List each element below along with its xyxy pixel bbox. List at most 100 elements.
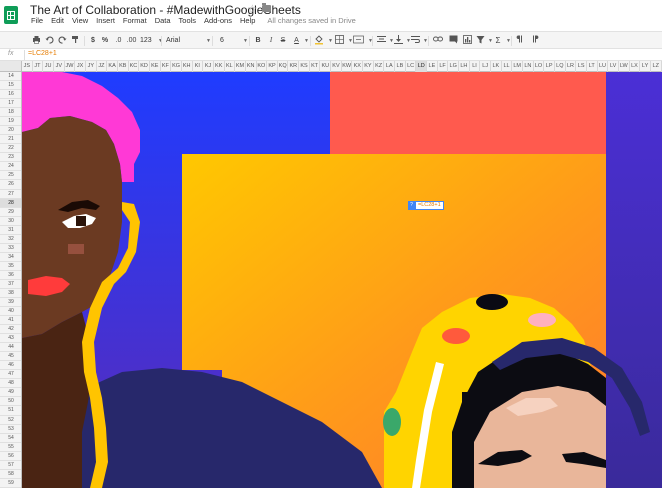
insert-chart-icon[interactable] — [462, 35, 472, 46]
row-header-39[interactable]: 39 — [0, 298, 21, 308]
column-header-kq[interactable]: KQ — [278, 61, 289, 72]
vertical-align-icon[interactable] — [393, 35, 403, 46]
column-header-kb[interactable]: KB — [118, 61, 129, 72]
insert-link-icon[interactable] — [433, 35, 443, 46]
text-color-button[interactable]: A — [292, 35, 301, 46]
column-header-lh[interactable]: LH — [459, 61, 470, 72]
column-header-lu[interactable]: LU — [598, 61, 609, 72]
column-header-lv[interactable]: LV — [608, 61, 619, 72]
column-header-kj[interactable]: KJ — [203, 61, 214, 72]
menu-format[interactable]: Format — [123, 16, 147, 28]
menu-view[interactable]: View — [72, 16, 88, 28]
font-size-dropdown[interactable]: 6 — [220, 35, 236, 46]
row-header-15[interactable]: 15 — [0, 81, 21, 91]
text-direction-rtl-icon[interactable] — [530, 35, 539, 46]
row-header-55[interactable]: 55 — [0, 443, 21, 452]
column-header-ju[interactable]: JU — [43, 61, 54, 72]
row-header-38[interactable]: 38 — [0, 289, 21, 298]
column-header-kd[interactable]: KD — [139, 61, 150, 72]
column-header-kz[interactable]: KZ — [374, 61, 385, 72]
column-header-li[interactable]: LI — [470, 61, 481, 72]
column-header-ki[interactable]: KI — [193, 61, 204, 72]
number-format-dropdown[interactable]: 123 — [140, 35, 156, 46]
row-header-22[interactable]: 22 — [0, 144, 21, 154]
menu-edit[interactable]: Edit — [51, 16, 64, 28]
row-header-19[interactable]: 19 — [0, 117, 21, 127]
column-header-kk[interactable]: KK — [214, 61, 225, 72]
decrease-decimal-button[interactable]: .0 — [113, 35, 124, 46]
cell-editor[interactable]: ? =LC28+1 — [408, 200, 444, 210]
column-header-kx[interactable]: KX — [352, 61, 364, 72]
column-header-kg[interactable]: KG — [171, 61, 182, 72]
folder-icon[interactable] — [262, 3, 271, 12]
column-header-lb[interactable]: LB — [395, 61, 406, 72]
column-header-kn[interactable]: KN — [246, 61, 257, 72]
fill-color-icon[interactable] — [314, 35, 324, 46]
document-title[interactable]: The Art of Collaboration - #MadewithGoog… — [30, 3, 301, 17]
column-header-km[interactable]: KM — [235, 61, 246, 72]
column-header-lj[interactable]: LJ — [480, 61, 492, 72]
row-header-42[interactable]: 42 — [0, 325, 21, 335]
row-header-52[interactable]: 52 — [0, 416, 21, 425]
column-header-lg[interactable]: LG — [448, 61, 460, 72]
column-header-lk[interactable]: LK — [491, 61, 502, 72]
row-header-40[interactable]: 40 — [0, 307, 21, 317]
row-header-44[interactable]: 44 — [0, 343, 21, 353]
column-header-le[interactable]: LE — [427, 61, 438, 72]
row-header-37[interactable]: 37 — [0, 280, 21, 289]
column-header-kc[interactable]: KC — [129, 61, 140, 72]
percent-format-button[interactable]: % — [100, 35, 110, 46]
bold-button[interactable]: B — [254, 35, 262, 46]
column-header-kv[interactable]: KV — [331, 61, 342, 72]
horizontal-align-icon[interactable] — [376, 35, 386, 46]
row-header-59[interactable]: 59 — [0, 479, 21, 488]
print-icon[interactable] — [32, 35, 41, 46]
column-header-ko[interactable]: KO — [257, 61, 268, 72]
row-header-41[interactable]: 41 — [0, 316, 21, 326]
column-header-jw[interactable]: JW — [65, 61, 76, 72]
row-header-16[interactable]: 16 — [0, 90, 21, 100]
column-header-js[interactable]: JS — [22, 61, 33, 72]
menu-help[interactable]: Help — [240, 16, 255, 28]
column-header-kw[interactable]: KW — [342, 61, 353, 72]
insert-comment-icon[interactable] — [448, 35, 458, 46]
column-header-kf[interactable]: KF — [161, 61, 172, 72]
redo-icon[interactable] — [58, 35, 67, 46]
column-header-ke[interactable]: KE — [150, 61, 161, 72]
row-header-49[interactable]: 49 — [0, 388, 21, 398]
column-header-lm[interactable]: LM — [512, 61, 524, 72]
column-header-ld[interactable]: LD — [416, 61, 428, 72]
row-header-53[interactable]: 53 — [0, 425, 21, 434]
row-header-50[interactable]: 50 — [0, 397, 21, 407]
text-direction-ltr-icon[interactable] — [516, 35, 525, 46]
text-wrap-icon[interactable] — [410, 35, 420, 46]
filter-icon[interactable] — [475, 35, 485, 46]
column-header-ly[interactable]: LY — [640, 61, 651, 72]
column-header-ka[interactable]: KA — [107, 61, 118, 72]
paint-format-icon[interactable] — [71, 35, 80, 46]
column-header-jv[interactable]: JV — [54, 61, 65, 72]
menu-file[interactable]: File — [31, 16, 43, 28]
row-header-32[interactable]: 32 — [0, 235, 21, 244]
column-header-lw[interactable]: LW — [619, 61, 630, 72]
row-header-18[interactable]: 18 — [0, 108, 21, 118]
undo-icon[interactable] — [45, 35, 54, 46]
strikethrough-button[interactable]: S — [279, 35, 287, 46]
column-header-kr[interactable]: KR — [289, 61, 300, 72]
row-header-51[interactable]: 51 — [0, 406, 21, 416]
column-header-la[interactable]: LA — [384, 61, 396, 72]
menu-addons[interactable]: Add-ons — [204, 16, 232, 28]
row-header-24[interactable]: 24 — [0, 162, 21, 172]
row-header-27[interactable]: 27 — [0, 190, 21, 199]
column-header-kp[interactable]: KP — [267, 61, 278, 72]
row-header-35[interactable]: 35 — [0, 262, 21, 271]
column-header-ku[interactable]: KU — [320, 61, 332, 72]
column-header-lt[interactable]: LT — [587, 61, 598, 72]
merge-cells-icon[interactable] — [352, 35, 364, 46]
row-header-30[interactable]: 30 — [0, 217, 21, 226]
row-header-47[interactable]: 47 — [0, 370, 21, 380]
column-header-ls[interactable]: LS — [576, 61, 587, 72]
menu-tools[interactable]: Tools — [179, 16, 197, 28]
column-header-kl[interactable]: KL — [225, 61, 236, 72]
row-header-45[interactable]: 45 — [0, 352, 21, 362]
